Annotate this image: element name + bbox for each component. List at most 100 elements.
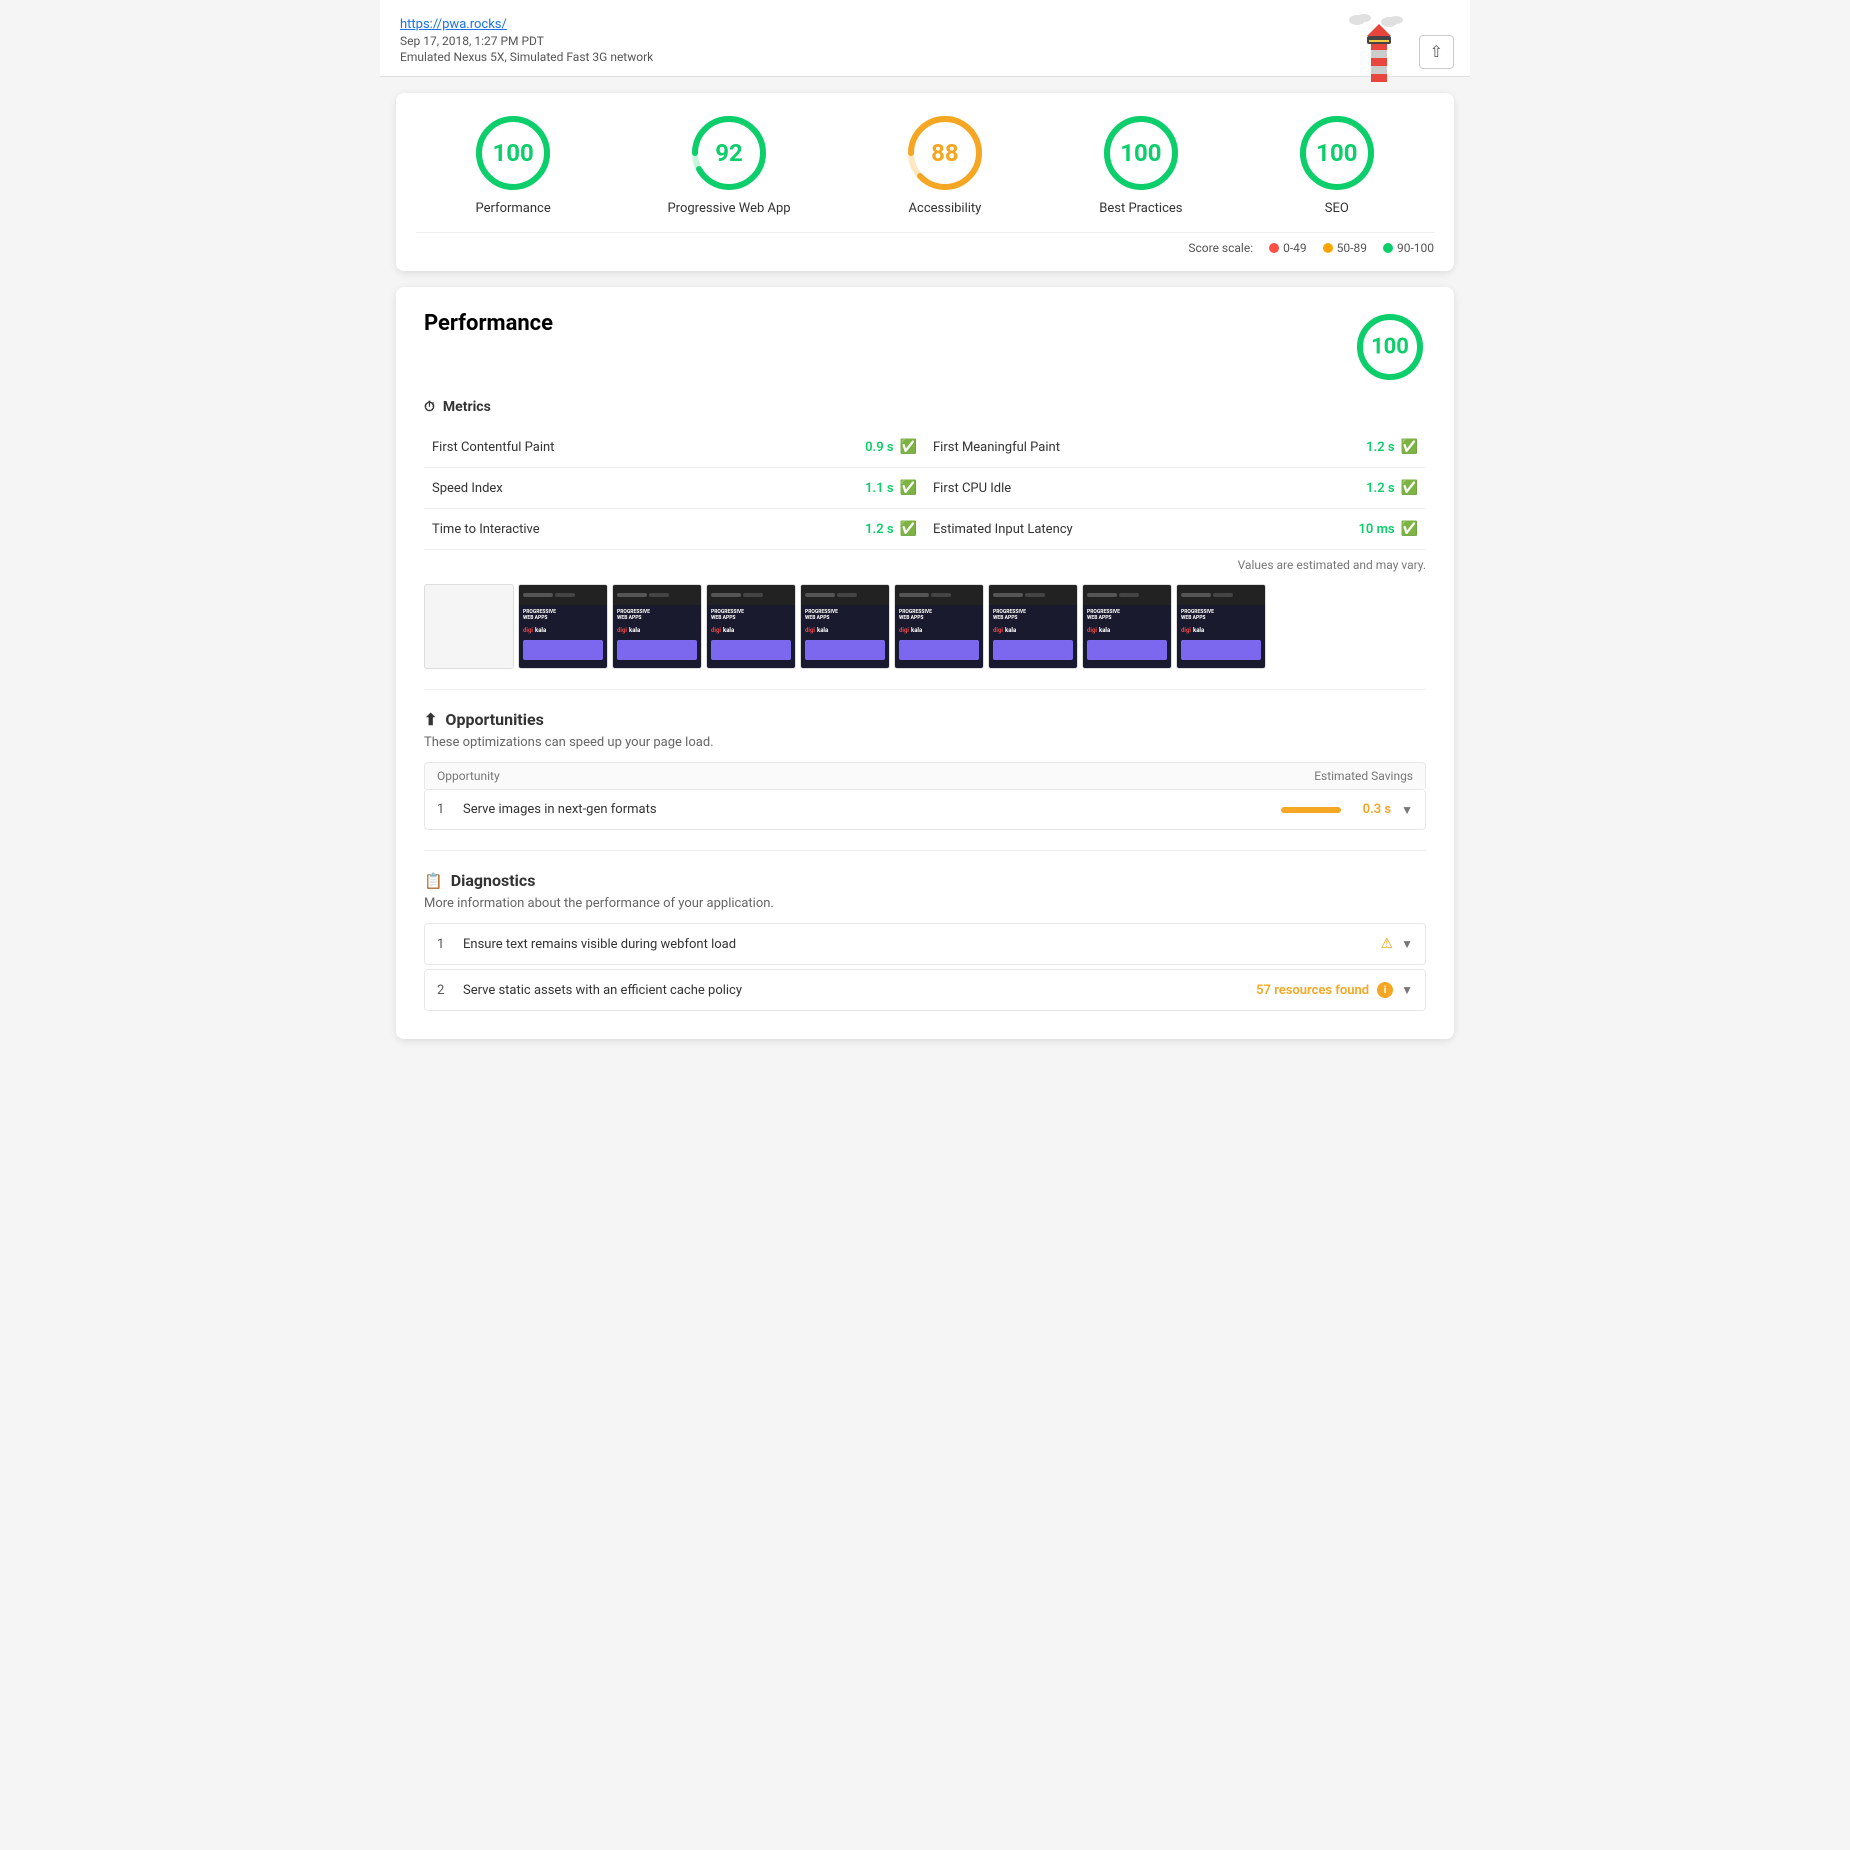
score-label-bestpractices: Best Practices	[1099, 201, 1182, 216]
metric-name: First Contentful Paint	[432, 440, 554, 455]
score-number-seo: 100	[1316, 139, 1357, 167]
scale-range-orange: 50-89	[1337, 241, 1367, 255]
savings-bar-1	[1281, 807, 1341, 813]
check-icon: ✅	[900, 480, 917, 496]
metric-value: 1.2 s ✅	[865, 521, 917, 537]
check-icon: ✅	[1401, 480, 1418, 496]
opp-right-1: 0.3 s ▼	[1281, 802, 1413, 817]
page-header: https://pwa.rocks/ Sep 17, 2018, 1:27 PM…	[380, 0, 1470, 77]
diag-num-2: 2	[437, 983, 453, 998]
score-item-pwa: 92 Progressive Web App	[667, 113, 790, 216]
diag-left-1: 1 Ensure text remains visible during web…	[437, 937, 736, 952]
metric-name: Time to Interactive	[432, 522, 540, 537]
check-icon: ✅	[1401, 521, 1418, 537]
score-number-accessibility: 88	[931, 139, 959, 167]
scale-red: 0-49	[1269, 241, 1307, 255]
screenshot-7: PROGRESSIVEWEB APPS digikala	[1082, 584, 1172, 669]
score-label-performance: Performance	[476, 201, 551, 216]
metric-value: 1.1 s ✅	[865, 480, 917, 496]
metrics-note: Values are estimated and may vary.	[424, 558, 1426, 572]
scale-dot-green	[1383, 243, 1393, 253]
metric-row-0-right: First Meaningful Paint 1.2 s ✅	[925, 427, 1426, 468]
score-label-pwa: Progressive Web App	[667, 201, 790, 216]
scale-dot-red	[1269, 243, 1279, 253]
score-circle-accessibility: 88	[905, 113, 985, 193]
diag-num-1: 1	[437, 937, 453, 952]
score-number-pwa: 92	[715, 139, 743, 167]
savings-val-1: 0.3 s	[1351, 802, 1391, 817]
check-icon: ✅	[1401, 439, 1418, 455]
diagnostics-header: 📋 Diagnostics	[424, 871, 1426, 890]
device-info: Emulated Nexus 5X, Simulated Fast 3G net…	[400, 50, 1450, 64]
score-number-bestpractices: 100	[1120, 139, 1161, 167]
metric-value: 1.2 s ✅	[1366, 439, 1418, 455]
scale-range-red: 0-49	[1283, 241, 1307, 255]
screenshots-strip: PROGRESSIVEWEB APPS digikala PROGRESSIVE…	[424, 584, 1426, 669]
score-item-seo: 100 SEO	[1297, 113, 1377, 216]
scale-green: 90-100	[1383, 241, 1434, 255]
metric-name: Speed Index	[432, 481, 503, 496]
screenshot-2: PROGRESSIVEWEB APPS digikala	[612, 584, 702, 669]
divider-1	[424, 689, 1426, 690]
info-icon: i	[1377, 982, 1393, 998]
score-label-accessibility: Accessibility	[909, 201, 982, 216]
metric-row-1-left: Speed Index 1.1 s ✅	[424, 468, 925, 509]
col-opportunity: Opportunity	[437, 769, 1314, 783]
scale-dot-orange	[1323, 243, 1333, 253]
opp-name-1: Serve images in next-gen formats	[463, 802, 657, 817]
diagnostics-icon: 📋	[424, 872, 443, 890]
metric-row-2-left: Time to Interactive 1.2 s ✅	[424, 509, 925, 550]
scale-range-green: 90-100	[1397, 241, 1434, 255]
diagnostic-row-1: 1 Ensure text remains visible during web…	[424, 923, 1426, 965]
opportunities-header: ⬆ Opportunities	[424, 710, 1426, 729]
score-item-performance: 100 Performance	[473, 113, 553, 216]
report-date: Sep 17, 2018, 1:27 PM PDT	[400, 34, 1450, 48]
opportunity-row-1: 1 Serve images in next-gen formats 0.3 s…	[424, 789, 1426, 830]
opp-left-1: 1 Serve images in next-gen formats	[437, 802, 657, 817]
score-circle-performance: 100	[473, 113, 553, 193]
metric-name: First Meaningful Paint	[933, 440, 1060, 455]
performance-section: Performance 100 ⏱ Metrics First Contentf…	[396, 287, 1454, 1039]
resources-badge: 57 resources found	[1256, 983, 1369, 998]
expand-diag-2[interactable]: ▼	[1401, 983, 1413, 997]
metric-value: 1.2 s ✅	[1366, 480, 1418, 496]
screenshot-4: PROGRESSIVEWEB APPS digikala	[800, 584, 890, 669]
check-icon: ✅	[900, 521, 917, 537]
check-icon: ✅	[900, 439, 917, 455]
metrics-grid: First Contentful Paint 0.9 s ✅ Speed Ind…	[424, 427, 1426, 550]
screenshot-6: PROGRESSIVEWEB APPS digikala	[988, 584, 1078, 669]
score-item-accessibility: 88 Accessibility	[905, 113, 985, 216]
score-circle-pwa: 92	[689, 113, 769, 193]
opportunities-desc: These optimizations can speed up your pa…	[424, 735, 1426, 750]
scale-row: Score scale: 0-49 50-89 90-100	[416, 232, 1434, 255]
lighthouse-logo	[1349, 12, 1409, 92]
header-actions: ⇧	[1349, 12, 1454, 92]
page-url[interactable]: https://pwa.rocks/	[400, 17, 507, 32]
expand-icon-1[interactable]: ▼	[1401, 803, 1413, 817]
score-label-seo: SEO	[1325, 201, 1349, 216]
metrics-label: Metrics	[443, 399, 491, 415]
score-card: 100 Performance 92 Progressive Web App	[396, 93, 1454, 271]
metrics-header: ⏱ Metrics	[424, 399, 1426, 415]
metrics-col-right: First Meaningful Paint 1.2 s ✅ First CPU…	[925, 427, 1426, 550]
screenshot-8: PROGRESSIVEWEB APPS digikala	[1176, 584, 1266, 669]
metric-row-1-right: First CPU Idle 1.2 s ✅	[925, 468, 1426, 509]
diag-left-2: 2 Serve static assets with an efficient …	[437, 983, 742, 998]
scores-row: 100 Performance 92 Progressive Web App	[416, 113, 1434, 232]
section-header: Performance 100	[424, 311, 1426, 383]
metric-value: 0.9 s ✅	[865, 439, 917, 455]
diag-name-2: Serve static assets with an efficient ca…	[463, 983, 742, 998]
metric-row-0-left: First Contentful Paint 0.9 s ✅	[424, 427, 925, 468]
score-item-bestpractices: 100 Best Practices	[1099, 113, 1182, 216]
share-button[interactable]: ⇧	[1419, 35, 1454, 69]
warning-icon-1: ⚠	[1381, 936, 1394, 952]
metric-row-2-right: Estimated Input Latency 10 ms ✅	[925, 509, 1426, 550]
diagnostics-desc: More information about the performance o…	[424, 896, 1426, 911]
diagnostic-row-2: 2 Serve static assets with an efficient …	[424, 969, 1426, 1011]
expand-diag-1[interactable]: ▼	[1401, 937, 1413, 951]
section-title: Performance	[424, 311, 553, 336]
diag-right-1: ⚠ ▼	[1381, 936, 1413, 952]
opp-num-1: 1	[437, 802, 453, 817]
screenshot-blank	[424, 584, 514, 669]
diag-right-2: 57 resources found i ▼	[1256, 982, 1413, 998]
